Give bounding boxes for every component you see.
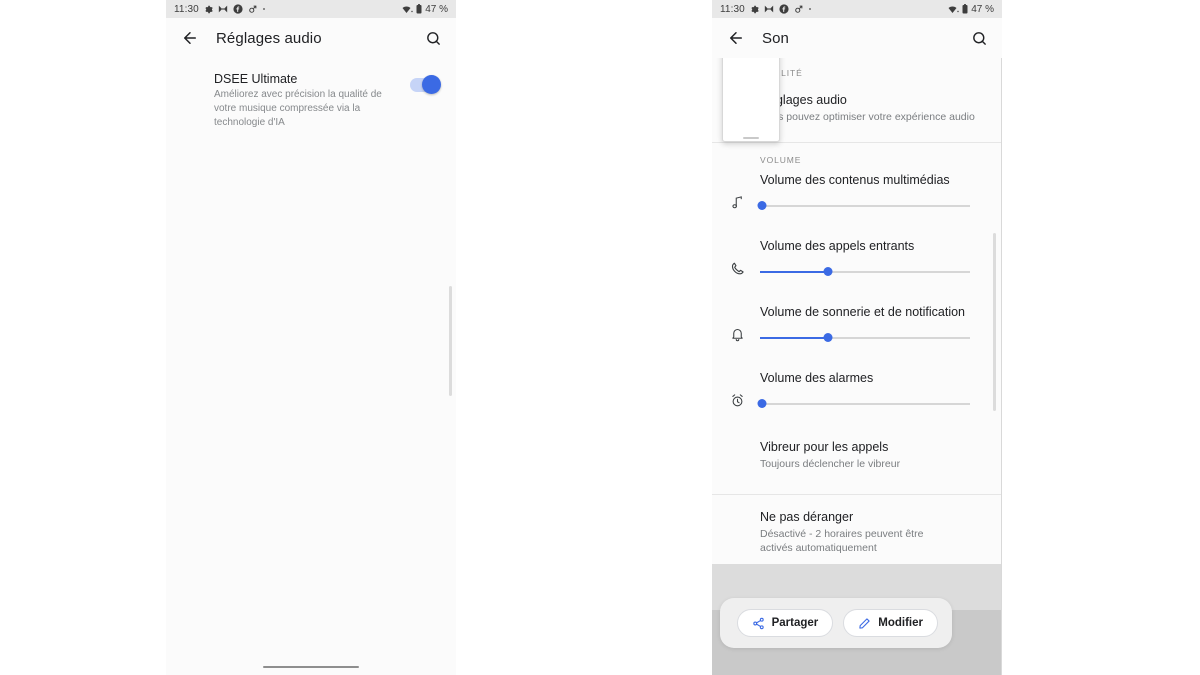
dnd-icon [764, 5, 774, 13]
share-label: Partager [771, 617, 819, 629]
section-header-quality: QUALITÉ [760, 68, 803, 78]
battery-percent: 47 % [971, 3, 994, 15]
dot-icon [808, 7, 812, 11]
volume-slider-alarms[interactable] [757, 397, 986, 411]
right-scroll-area[interactable]: QUALITÉ Réglages audio Vous pouvez optim… [712, 58, 1002, 675]
right-page-title: Son [762, 29, 789, 47]
gear-icon [750, 5, 759, 14]
battery-percent: 47 % [425, 3, 448, 15]
slider-track [760, 403, 970, 405]
volume-label-media: Volume des contenus multimédias [760, 173, 950, 188]
wifi-icon [402, 5, 413, 14]
volume-row-incoming-calls[interactable]: Volume des appels entrants [712, 223, 1002, 289]
phone-call-icon [730, 261, 748, 279]
share-button[interactable]: Partager [736, 609, 834, 637]
dsee-subtitle: Améliorez avec précision la qualité de v… [214, 89, 382, 129]
arrow-back-icon[interactable] [178, 26, 202, 50]
vibration-subtitle: Toujours déclencher le vibreur [760, 458, 901, 471]
volume-row-alarms[interactable]: Volume des alarmes [712, 355, 1002, 421]
slider-fill [760, 337, 828, 339]
volume-slider-media[interactable] [757, 199, 986, 213]
volume-row-ring-notification[interactable]: Volume de sonnerie et de notification [712, 289, 1002, 355]
audio-settings-title: Réglages audio [760, 93, 847, 107]
dnd-icon [218, 5, 228, 13]
volume-slider-incoming-calls[interactable] [760, 265, 986, 279]
battery-icon [416, 4, 422, 14]
row-audio-settings[interactable]: Réglages audio Vous pouvez optimiser vot… [712, 80, 1002, 138]
home-gesture-bar [263, 665, 359, 668]
status-bar-right: 11:30 47 % [712, 0, 1002, 18]
volume-label-alarms: Volume des alarmes [760, 371, 874, 386]
slider-thumb[interactable] [757, 201, 767, 211]
slider-thumb[interactable] [823, 267, 833, 277]
alarm-clock-icon [730, 393, 748, 411]
volume-slider-ring-notification[interactable] [760, 331, 986, 345]
battery-icon [962, 4, 968, 14]
dnd-title: Ne pas déranger [760, 509, 854, 524]
dsee-ultimate-row[interactable]: DSEE Ultimate Améliorez avec précision l… [166, 58, 456, 141]
arrow-back-icon[interactable] [724, 26, 748, 50]
dot-icon [262, 7, 266, 11]
music-note-icon [730, 195, 748, 213]
volume-label-incoming-calls: Volume des appels entrants [760, 239, 915, 254]
facebook-icon [233, 4, 243, 14]
status-bar-left: 11:30 47 % [166, 0, 456, 18]
screenshot-action-bar: Partager Modifier [720, 598, 952, 648]
row-call-vibration[interactable]: Vibreur pour les appels Toujours déclenc… [712, 421, 1002, 489]
left-phone-screen: 11:30 47 % Réglages audio DSEE Ultimate … [166, 0, 456, 675]
multimedia-title: Multimédia [760, 576, 821, 591]
slider-thumb[interactable] [823, 333, 833, 343]
bell-icon [730, 327, 748, 345]
audio-settings-subtitle: Vous pouvez optimiser votre expérience a… [760, 110, 975, 123]
wifi-icon [948, 5, 959, 14]
volume-label-ring-notification: Volume de sonnerie et de notification [760, 305, 965, 320]
status-time: 11:30 [174, 3, 199, 15]
search-icon[interactable] [422, 27, 444, 49]
edit-label: Modifier [878, 617, 923, 629]
right-phone-screen: 11:30 47 % Son QUALITÉ Réglages audio Vo… [712, 0, 1002, 675]
facebook-icon [779, 4, 789, 14]
dsee-title: DSEE Ultimate [214, 72, 298, 86]
volume-row-media[interactable]: Volume des contenus multimédias [712, 167, 1002, 223]
dsee-toggle[interactable] [410, 75, 441, 94]
left-app-bar: Réglages audio [166, 18, 456, 58]
pencil-icon [858, 617, 871, 630]
right-app-bar: Son [712, 18, 1002, 58]
vibration-title: Vibreur pour les appels [760, 440, 889, 455]
toggle-knob [422, 75, 441, 94]
search-icon[interactable] [968, 27, 990, 49]
left-scrollbar[interactable] [449, 286, 452, 396]
status-time: 11:30 [720, 3, 745, 15]
slider-track [760, 205, 970, 207]
right-scrollbar[interactable] [993, 233, 996, 411]
mars-icon [248, 5, 257, 14]
section-header-volume: VOLUME [760, 155, 802, 166]
gear-icon [204, 5, 213, 14]
row-do-not-disturb[interactable]: Ne pas déranger Désactivé - 2 horaires p… [712, 495, 1002, 562]
left-scroll-area[interactable]: DSEE Ultimate Améliorez avec précision l… [166, 58, 456, 675]
slider-thumb[interactable] [757, 399, 767, 409]
left-page-title: Réglages audio [216, 29, 322, 47]
mars-icon [794, 5, 803, 14]
dnd-subtitle: Désactivé - 2 horaires peuvent être acti… [760, 527, 924, 555]
edit-button[interactable]: Modifier [843, 609, 938, 637]
slider-fill [760, 271, 828, 273]
screenshot-canvas: 11:30 47 % Réglages audio DSEE Ultimate … [0, 0, 1200, 675]
share-icon [752, 617, 765, 630]
